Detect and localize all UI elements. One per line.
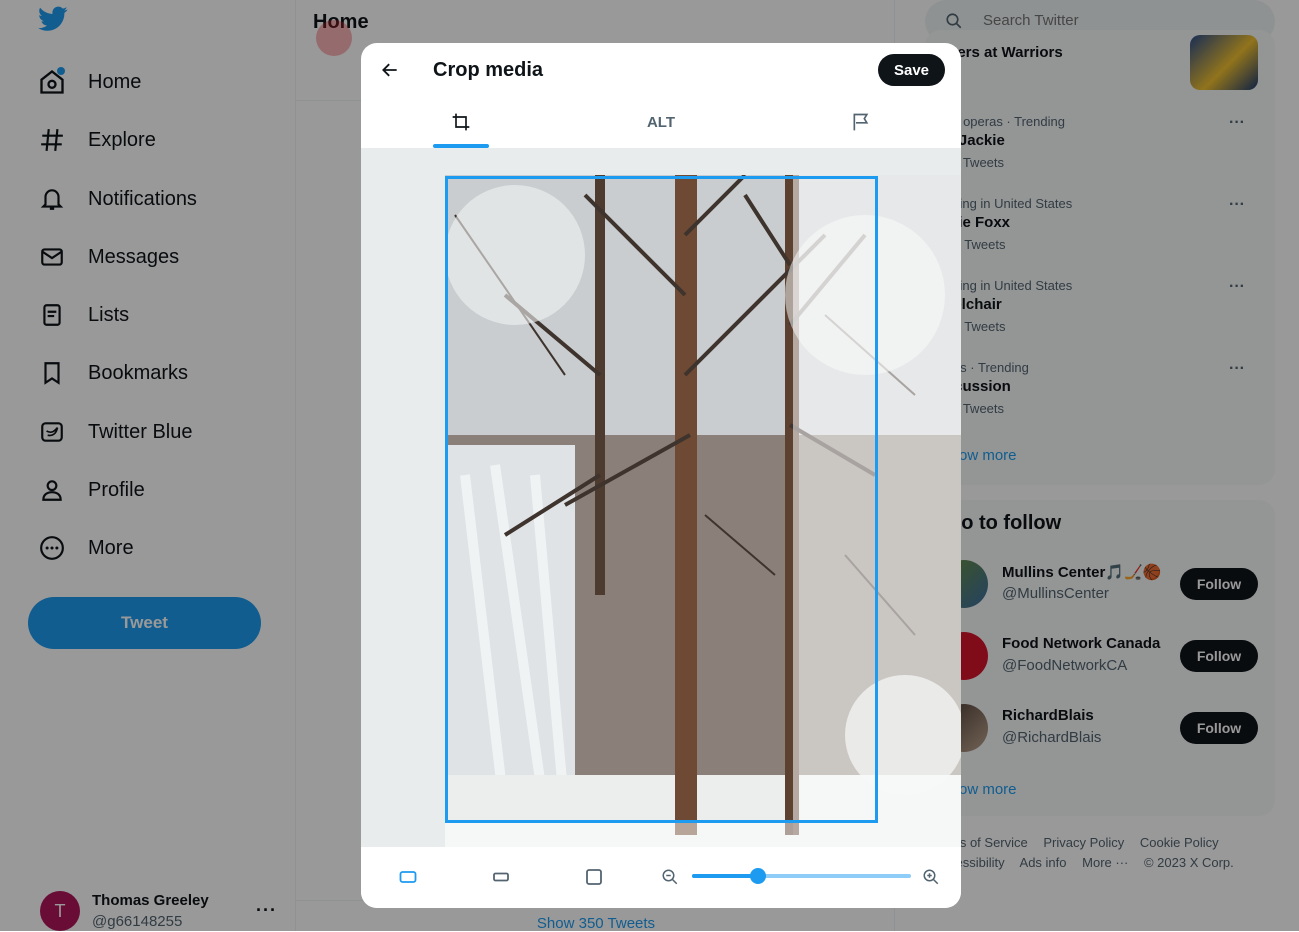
arrow-left-icon: [380, 60, 400, 80]
zoom-slider[interactable]: [692, 868, 911, 884]
aspect-wide-button[interactable]: [486, 864, 516, 890]
zoom-in-icon: [922, 868, 940, 886]
zoom-in-button[interactable]: [918, 864, 944, 890]
square-icon: [585, 868, 603, 886]
crop-canvas[interactable]: [361, 148, 961, 847]
crop-icon: [451, 112, 471, 132]
tab-label: ALT: [646, 113, 676, 131]
tab-crop[interactable]: [433, 96, 489, 148]
zoom-out-icon: [661, 868, 679, 886]
aspect-square-button[interactable]: [579, 864, 609, 890]
dialog-tabs: ALT: [361, 96, 961, 148]
zoom-slider-fill: [692, 874, 758, 878]
zoom-slider-thumb[interactable]: [749, 868, 766, 884]
dialog-title: Crop media: [433, 59, 544, 81]
tab-alt[interactable]: ALT: [631, 96, 691, 148]
flag-icon: [851, 112, 871, 132]
rectangle-icon: [399, 870, 417, 884]
dialog-header: Crop media Save: [361, 43, 961, 96]
zoom-out-button[interactable]: [657, 864, 683, 890]
aspect-original-button[interactable]: [393, 864, 423, 890]
crop-mask: [445, 820, 793, 847]
crop-toolbar: [361, 847, 961, 908]
crop-media-dialog: Crop media Save ALT: [361, 43, 961, 908]
back-button[interactable]: [373, 53, 407, 87]
save-button[interactable]: Save: [878, 54, 945, 86]
wide-rectangle-icon: [492, 870, 510, 884]
tab-content-warning[interactable]: [835, 96, 887, 148]
crop-frame[interactable]: [445, 176, 878, 823]
